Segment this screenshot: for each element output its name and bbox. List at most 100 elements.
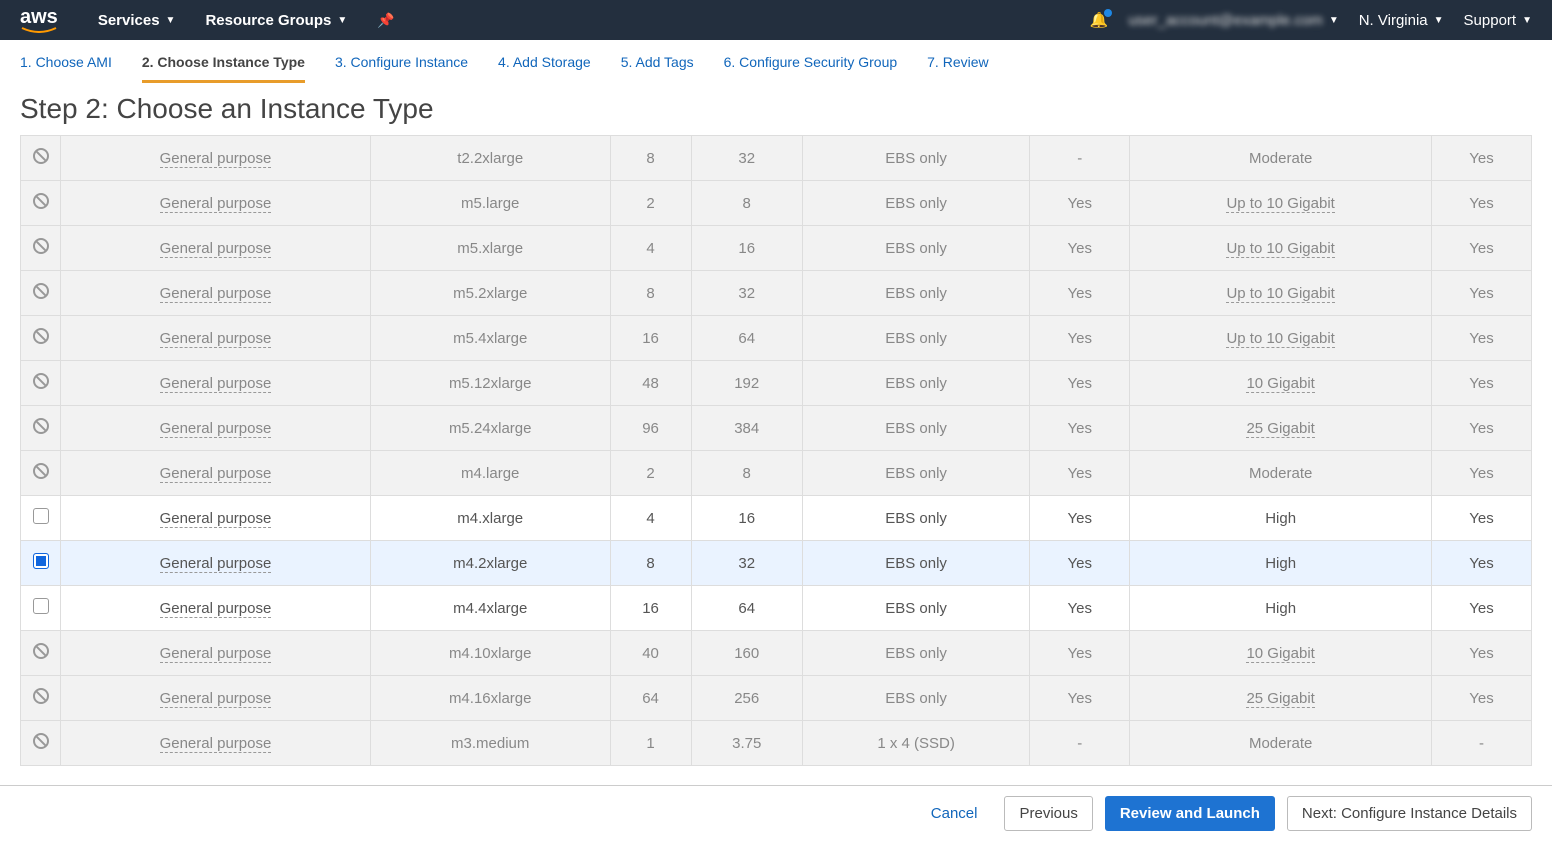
row-select-cell[interactable] xyxy=(21,586,61,631)
family-cell: General purpose xyxy=(61,676,371,721)
chevron-down-icon: ▼ xyxy=(1522,15,1532,26)
vcpus-cell: 16 xyxy=(610,586,691,631)
storage-cell: EBS only xyxy=(802,586,1030,631)
next-configure-instance-button[interactable]: Next: Configure Instance Details xyxy=(1287,796,1532,831)
notifications-button[interactable]: 🔔 xyxy=(1090,11,1109,29)
family-label: General purpose xyxy=(160,600,272,618)
resource-groups-menu[interactable]: Resource Groups ▼ xyxy=(205,12,347,29)
aws-logo[interactable]: aws xyxy=(20,7,58,33)
vcpus-cell: 48 xyxy=(610,361,691,406)
unavailable-icon xyxy=(33,283,49,299)
review-and-launch-button[interactable]: Review and Launch xyxy=(1105,796,1275,831)
ebs-optimized-cell: - xyxy=(1030,721,1130,766)
unavailable-icon xyxy=(33,463,49,479)
region-menu[interactable]: N. Virginia ▼ xyxy=(1359,12,1444,29)
vcpus-cell: 2 xyxy=(610,451,691,496)
row-select-cell xyxy=(21,136,61,181)
network-performance-cell: High xyxy=(1130,541,1432,586)
storage-cell: EBS only xyxy=(802,316,1030,361)
row-select-cell[interactable] xyxy=(21,541,61,586)
network-performance-cell: Up to 10 Gigabit xyxy=(1130,271,1432,316)
ebs-optimized-cell: Yes xyxy=(1030,406,1130,451)
account-menu[interactable]: user_account@example.com ▼ xyxy=(1128,12,1338,29)
row-checkbox[interactable] xyxy=(33,553,49,569)
chevron-down-icon: ▼ xyxy=(166,15,176,26)
network-label: Up to 10 Gigabit xyxy=(1226,240,1334,258)
type-cell: m5.12xlarge xyxy=(370,361,610,406)
family-label: General purpose xyxy=(160,330,272,348)
row-checkbox[interactable] xyxy=(33,508,49,524)
services-menu[interactable]: Services ▼ xyxy=(98,12,176,29)
family-cell: General purpose xyxy=(61,226,371,271)
step-add-tags[interactable]: 5. Add Tags xyxy=(621,54,694,83)
ipv6-support-cell: Yes xyxy=(1432,541,1532,586)
ebs-optimized-cell: Yes xyxy=(1030,586,1130,631)
chevron-down-icon: ▼ xyxy=(337,15,347,26)
table-row[interactable]: General purposem4.4xlarge1664EBS onlyYes… xyxy=(21,586,1532,631)
ebs-optimized-cell: Yes xyxy=(1030,316,1130,361)
family-cell: General purpose xyxy=(61,586,371,631)
support-menu[interactable]: Support ▼ xyxy=(1464,12,1532,29)
step-configure-security-group[interactable]: 6. Configure Security Group xyxy=(724,54,898,83)
storage-cell: EBS only xyxy=(802,361,1030,406)
storage-cell: 1 x 4 (SSD) xyxy=(802,721,1030,766)
family-cell: General purpose xyxy=(61,361,371,406)
top-navigation: aws Services ▼ Resource Groups ▼ 📌 🔔 use… xyxy=(0,0,1552,40)
family-cell: General purpose xyxy=(61,496,371,541)
memory-cell: 32 xyxy=(691,136,802,181)
row-checkbox[interactable] xyxy=(33,598,49,614)
ipv6-support-cell: Yes xyxy=(1432,361,1532,406)
ipv6-support-cell: Yes xyxy=(1432,586,1532,631)
step-configure-instance[interactable]: 3. Configure Instance xyxy=(335,54,468,83)
pin-shortcut[interactable]: 📌 xyxy=(377,12,394,29)
instance-type-table-container: General purposet2.2xlarge832EBS only-Mod… xyxy=(0,135,1552,826)
step-choose-ami[interactable]: 1. Choose AMI xyxy=(20,54,112,83)
unavailable-icon xyxy=(33,148,49,164)
services-label: Services xyxy=(98,12,160,29)
table-row[interactable]: General purposem4.2xlarge832EBS onlyYesH… xyxy=(21,541,1532,586)
vcpus-cell: 2 xyxy=(610,181,691,226)
family-label: General purpose xyxy=(160,240,272,258)
type-cell: m4.2xlarge xyxy=(370,541,610,586)
ipv6-support-cell: Yes xyxy=(1432,451,1532,496)
wizard-footer: Cancel Previous Review and Launch Next: … xyxy=(0,785,1552,841)
storage-cell: EBS only xyxy=(802,271,1030,316)
table-row: General purposem5.12xlarge48192EBS only Y… xyxy=(21,361,1532,406)
table-row: General purposem5.xlarge416EBS onlyYesUp… xyxy=(21,226,1532,271)
row-select-cell[interactable] xyxy=(21,496,61,541)
type-cell: m3.medium xyxy=(370,721,610,766)
memory-cell: 3.75 xyxy=(691,721,802,766)
region-label: N. Virginia xyxy=(1359,12,1428,29)
table-row: General purposem3.medium13.751 x 4 (SSD)… xyxy=(21,721,1532,766)
network-performance-cell: Up to 10 Gigabit xyxy=(1130,181,1432,226)
type-cell: m4.large xyxy=(370,451,610,496)
cancel-button[interactable]: Cancel xyxy=(916,796,993,831)
row-select-cell xyxy=(21,721,61,766)
ipv6-support-cell: Yes xyxy=(1432,181,1532,226)
nav-left: Services ▼ Resource Groups ▼ 📌 xyxy=(98,12,395,29)
step-review[interactable]: 7. Review xyxy=(927,54,988,83)
table-row: General purposem5.4xlarge1664EBS onlyYes… xyxy=(21,316,1532,361)
table-row[interactable]: General purposem4.xlarge416EBS onlyYesHi… xyxy=(21,496,1532,541)
network-performance-cell: Moderate xyxy=(1130,451,1432,496)
network-label: 10 Gigabit xyxy=(1246,375,1314,393)
table-row: General purposem5.large28EBS onlyYesUp t… xyxy=(21,181,1532,226)
memory-cell: 8 xyxy=(691,181,802,226)
ipv6-support-cell: Yes xyxy=(1432,136,1532,181)
memory-cell: 384 xyxy=(691,406,802,451)
row-select-cell xyxy=(21,631,61,676)
step-choose-instance-type[interactable]: 2. Choose Instance Type xyxy=(142,54,305,83)
table-row: General purposet2.2xlarge832EBS only-Mod… xyxy=(21,136,1532,181)
vcpus-cell: 1 xyxy=(610,721,691,766)
row-select-cell xyxy=(21,676,61,721)
network-label: 25 Gigabit xyxy=(1246,420,1314,438)
memory-cell: 192 xyxy=(691,361,802,406)
ipv6-support-cell: Yes xyxy=(1432,406,1532,451)
family-label: General purpose xyxy=(160,510,272,528)
storage-cell: EBS only xyxy=(802,541,1030,586)
storage-cell: EBS only xyxy=(802,631,1030,676)
family-cell: General purpose xyxy=(61,181,371,226)
storage-cell: EBS only xyxy=(802,496,1030,541)
previous-button[interactable]: Previous xyxy=(1004,796,1092,831)
step-add-storage[interactable]: 4. Add Storage xyxy=(498,54,591,83)
